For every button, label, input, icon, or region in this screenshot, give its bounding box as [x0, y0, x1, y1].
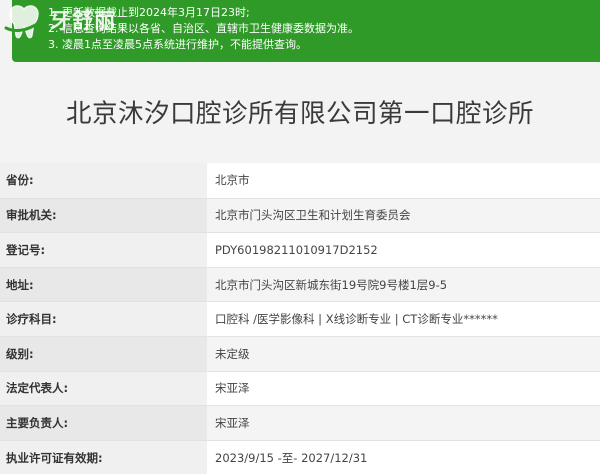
table-row: 主要负责人: 宋亚泽 — [0, 405, 600, 440]
info-table: 省份: 北京市 审批机关: 北京市门头沟区卫生和计划生育委员会 登记号: PDY… — [0, 163, 600, 474]
row-label: 主要负责人: — [0, 405, 207, 440]
tooth-icon — [4, 5, 42, 39]
row-value: 2023/9/15 -至- 2027/12/31 — [207, 439, 600, 474]
table-row: 执业许可证有效期: 2023/9/15 -至- 2027/12/31 — [0, 439, 600, 474]
row-value: 口腔科 /医学影像科 | X线诊断专业 | CT诊断专业****** — [207, 301, 600, 336]
row-value: 宋亚泽 — [207, 405, 600, 440]
row-value: PDY60198211010917D2152 — [207, 232, 600, 267]
row-label: 级别: — [0, 335, 207, 371]
table-row: 法定代表人: 宋亚泽 — [0, 370, 600, 406]
table-row: 省份: 北京市 — [0, 163, 600, 198]
table-row: 地址: 北京市门头沟区新城东街19号院9号楼1层9-5 — [0, 266, 600, 302]
row-value: 北京市门头沟区新城东街19号院9号楼1层9-5 — [207, 266, 600, 302]
table-row: 级别: 未定级 — [0, 335, 600, 371]
row-value: 北京市 — [207, 163, 600, 198]
watermark-logo: 牙舒丽 — [0, 0, 140, 42]
row-label: 省份: — [0, 163, 207, 198]
table-row: 审批机关: 北京市门头沟区卫生和计划生育委员会 — [0, 197, 600, 233]
page-title: 北京沐汐口腔诊所有限公司第一口腔诊所 — [65, 99, 534, 129]
row-value: 宋亚泽 — [207, 370, 600, 406]
row-value: 北京市门头沟区卫生和计划生育委员会 — [207, 197, 600, 233]
row-label: 地址: — [0, 266, 207, 302]
row-label: 诊疗科目: — [0, 301, 207, 336]
row-label: 登记号: — [0, 232, 207, 267]
row-label: 审批机关: — [0, 197, 207, 233]
row-value: 未定级 — [207, 335, 600, 371]
table-row: 登记号: PDY60198211010917D2152 — [0, 232, 600, 267]
watermark-text: 牙舒丽 — [50, 8, 116, 33]
row-label: 执业许可证有效期: — [0, 439, 207, 474]
row-label: 法定代表人: — [0, 370, 207, 406]
table-row: 诊疗科目: 口腔科 /医学影像科 | X线诊断专业 | CT诊断专业****** — [0, 301, 600, 336]
